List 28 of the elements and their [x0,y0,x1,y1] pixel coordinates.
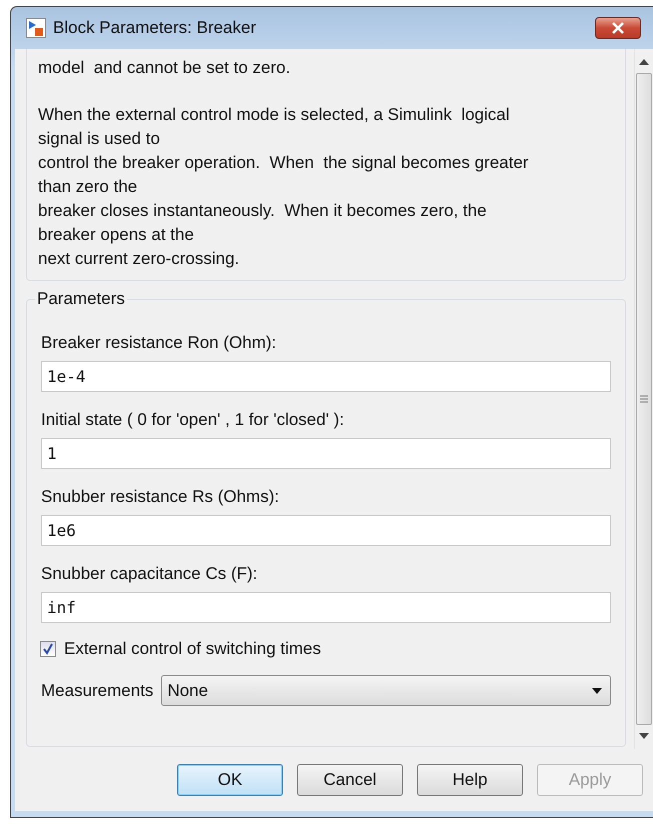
field-label: Breaker resistance Ron (Ohm): [41,333,278,353]
field-label: Snubber resistance Rs (Ohms): [41,487,280,507]
input-field[interactable]: 1e6 [41,515,611,546]
input-field[interactable]: 1e-4 [41,361,611,392]
block-icon [26,18,46,38]
dialog-button[interactable]: Help [417,764,523,796]
checkbox-label: External control of switching times [64,639,321,659]
scroll-thumb[interactable] [636,73,652,725]
dropdown-label: Measurements [41,680,154,700]
scrollbar[interactable] [634,49,653,749]
window-title: Block Parameters: Breaker [53,18,258,38]
field-label: Initial state ( 0 for 'open' , 1 for 'closed' ): [41,410,346,430]
caret-icon [592,688,602,694]
group-title: Parameters [36,289,126,309]
scroll-down-icon[interactable] [639,733,649,739]
close-button[interactable] [595,17,641,39]
input-field[interactable]: inf [41,592,611,623]
checkbox[interactable] [40,641,56,657]
dialog-button[interactable]: OK [177,764,283,796]
scroll-up-icon[interactable] [639,59,649,65]
description-text: model and cannot be set to zero. [38,57,292,79]
field-label: Snubber capacitance Cs (F): [41,564,258,584]
description-text: When the external control mode is selected, a Simulink logical signal is used to control the breaker operation. When the signal becomes greater than zero the breaker closes instantaneously. When it becomes zero, the breaker opens at the next current zero-crossing. [38,104,530,270]
dialog-button[interactable]: Cancel [297,764,403,796]
grip-icon [640,395,648,403]
input-field[interactable]: 1 [41,438,611,469]
close-icon [611,22,625,34]
measurements-dropdown[interactable]: None [161,675,611,706]
